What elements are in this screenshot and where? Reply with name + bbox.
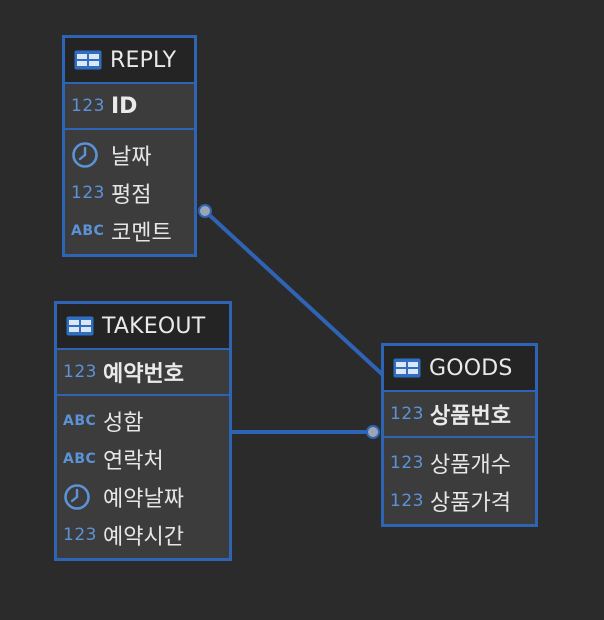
number-type-icon: 123 — [390, 491, 424, 511]
relationship-endpoint-reply — [198, 204, 212, 218]
column-row[interactable]: 123 상품개수 — [384, 444, 535, 482]
entity-name: GOODS — [429, 355, 513, 381]
entity-reply[interactable]: REPLY 123 ID 날짜 123 평점 ABC 코멘트 — [62, 35, 197, 257]
table-icon — [74, 50, 102, 70]
clock-icon — [71, 141, 107, 169]
number-type-icon: 123 — [63, 525, 97, 545]
column-list: ABC 성함 ABC 연락처 예약날짜 123 예약시간 — [57, 396, 229, 554]
column-name: 상품가격 — [430, 491, 511, 516]
column-name: 날짜 — [111, 145, 152, 170]
column-row[interactable]: 123 평점 — [65, 174, 194, 212]
column-row[interactable]: 예약날짜 — [57, 478, 229, 516]
entity-name: TAKEOUT — [102, 313, 206, 339]
primary-key-row[interactable]: 123 ID — [65, 84, 194, 130]
column-list: 날짜 123 평점 ABC 코멘트 — [65, 130, 194, 250]
column-list: 123 상품개수 123 상품가격 — [384, 438, 535, 520]
number-type-icon: 123 — [390, 404, 424, 424]
entity-header-takeout[interactable]: TAKEOUT — [57, 304, 229, 350]
text-type-icon: ABC — [63, 413, 97, 429]
column-row[interactable]: 날짜 — [65, 136, 194, 174]
entity-goods[interactable]: GOODS 123 상품번호 123 상품개수 123 상품가격 — [381, 343, 538, 527]
column-name: ID — [111, 93, 138, 119]
number-type-icon: 123 — [71, 183, 105, 203]
column-name: 상품번호 — [430, 404, 511, 429]
clock-icon — [63, 483, 99, 511]
column-name: 예약시간 — [103, 525, 184, 550]
erd-canvas: REPLY 123 ID 날짜 123 평점 ABC 코멘트 TAKEOUT 1… — [0, 0, 604, 620]
column-name: 연락처 — [103, 449, 164, 474]
text-type-icon: ABC — [63, 451, 97, 467]
entity-name: REPLY — [110, 47, 177, 73]
number-type-icon: 123 — [63, 362, 97, 382]
column-name: 예약번호 — [103, 362, 184, 387]
primary-key-row[interactable]: 123 상품번호 — [384, 392, 535, 438]
entity-header-reply[interactable]: REPLY — [65, 38, 194, 84]
number-type-icon: 123 — [390, 453, 424, 473]
entity-takeout[interactable]: TAKEOUT 123 예약번호 ABC 성함 ABC 연락처 예약날짜 123… — [54, 301, 232, 561]
column-name: 예약날짜 — [103, 487, 184, 512]
column-row[interactable]: 123 예약시간 — [57, 516, 229, 554]
text-type-icon: ABC — [71, 223, 105, 239]
column-row[interactable]: 123 상품가격 — [384, 482, 535, 520]
column-row[interactable]: ABC 코멘트 — [65, 212, 194, 250]
number-type-icon: 123 — [71, 96, 105, 116]
entity-header-goods[interactable]: GOODS — [384, 346, 535, 392]
relationship-endpoint-goods — [366, 425, 380, 439]
column-row[interactable]: ABC 연락처 — [57, 440, 229, 478]
table-icon — [393, 358, 421, 378]
column-name: 상품개수 — [430, 453, 511, 478]
primary-key-row[interactable]: 123 예약번호 — [57, 350, 229, 396]
column-row[interactable]: ABC 성함 — [57, 402, 229, 440]
column-name: 평점 — [111, 183, 152, 208]
column-name: 성함 — [103, 411, 144, 436]
table-icon — [66, 316, 94, 336]
column-name: 코멘트 — [111, 221, 172, 246]
